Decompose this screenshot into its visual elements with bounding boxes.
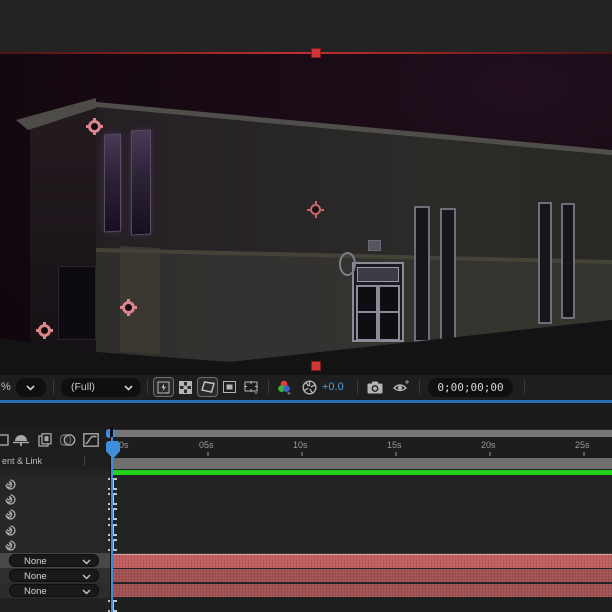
pick-whip-icon[interactable] xyxy=(4,539,17,552)
red-layer-bar[interactable] xyxy=(113,584,612,597)
reset-exposure-button[interactable] xyxy=(299,377,320,397)
red-layer-bar[interactable] xyxy=(113,569,612,582)
ruler-label: 05s xyxy=(199,440,214,450)
transparency-grid-button[interactable] xyxy=(175,377,196,397)
magnification-dropdown[interactable] xyxy=(16,378,46,397)
grid-guide-options-button[interactable] xyxy=(241,377,262,397)
glowing-window xyxy=(104,133,121,233)
shy-layers-icon[interactable] xyxy=(13,433,29,447)
layer-track xyxy=(113,537,612,554)
selection-bottom-handle[interactable] xyxy=(311,361,321,371)
pick-whip-icon[interactable] xyxy=(4,493,17,506)
corner-pin-point[interactable] xyxy=(120,299,135,314)
time-ruler[interactable]: 00s 05s 10s 15s 20s 25s xyxy=(113,437,612,458)
timeline-panel: 00s 05s 10s 15s 20s 25s ent & Link None … xyxy=(0,403,612,612)
ruler-label: 15s xyxy=(387,440,402,450)
rgb-channels-icon xyxy=(277,380,291,395)
take-snapshot-button[interactable] xyxy=(364,377,385,397)
layer-row-controls xyxy=(0,491,110,507)
region-of-interest-icon xyxy=(223,381,236,393)
parent-dropdown[interactable]: None xyxy=(9,554,99,567)
pick-whip-icon[interactable] xyxy=(4,478,17,491)
show-snapshot-button[interactable] xyxy=(391,377,412,397)
fast-previews-button[interactable] xyxy=(153,377,174,397)
ruler-label: 25s xyxy=(575,440,590,450)
playhead-line[interactable] xyxy=(111,437,113,612)
resolution-label: (Full) xyxy=(71,381,95,393)
chevron-down-icon xyxy=(124,385,133,391)
tall-window xyxy=(440,208,456,342)
frame-blending-icon[interactable] xyxy=(38,433,53,447)
tall-window xyxy=(561,203,575,319)
parent-dropdown[interactable]: None xyxy=(9,584,99,597)
layer-row-controls xyxy=(0,537,110,554)
layer-track xyxy=(113,522,612,538)
camera-icon xyxy=(367,381,382,393)
layer-track xyxy=(113,476,612,492)
exposure-aperture-icon xyxy=(302,379,317,395)
layer-track-selected xyxy=(113,553,612,569)
layer-row-controls xyxy=(0,476,110,492)
show-snapshot-eye-icon xyxy=(393,380,409,392)
door-leaf xyxy=(356,285,378,341)
chevron-down-icon xyxy=(82,589,91,595)
columns-header: ent & Link xyxy=(0,453,110,470)
door-leaf xyxy=(378,285,400,341)
viewer-toolbar: % (Full) +0.0 0;00;00;00 xyxy=(0,375,612,400)
exposure-value[interactable]: +0.0 xyxy=(322,381,344,393)
wall-sign xyxy=(368,240,381,251)
parent-link-column-header: ent & Link xyxy=(2,456,43,466)
selection-top-handle[interactable] xyxy=(311,48,321,58)
layer-track xyxy=(113,568,612,584)
layer-row-controls xyxy=(0,506,110,523)
cable-loop xyxy=(339,252,356,276)
building-double-door xyxy=(352,262,404,342)
fast-previews-icon xyxy=(157,381,170,394)
green-layer-bar[interactable] xyxy=(113,470,612,475)
mask-shape-icon xyxy=(200,381,215,393)
layer-track xyxy=(113,506,612,523)
mask-visibility-button[interactable] xyxy=(197,377,218,397)
transparency-grid-icon xyxy=(179,380,192,394)
timecode-field[interactable]: 0;00;00;00 xyxy=(428,378,513,397)
parent-dropdown[interactable]: None xyxy=(9,569,99,582)
corner-pin-point[interactable] xyxy=(86,118,101,133)
ruler-label: 20s xyxy=(481,440,496,450)
layer-row-controls-selected: None xyxy=(0,553,110,569)
layer-track xyxy=(113,583,612,599)
chevron-down-icon xyxy=(82,559,91,565)
draft-3d-icon[interactable] xyxy=(0,433,9,447)
channel-settings-button[interactable] xyxy=(274,377,295,397)
grid-guide-options-icon xyxy=(244,380,258,394)
layer-row-controls: None xyxy=(0,568,110,584)
layer-track xyxy=(113,491,612,507)
pick-whip-icon[interactable] xyxy=(4,508,17,521)
ruler-label: 10s xyxy=(293,440,308,450)
red-layer-bar-selected[interactable] xyxy=(113,554,612,568)
composition-canvas[interactable] xyxy=(0,54,612,375)
resolution-dropdown[interactable]: (Full) xyxy=(61,378,141,397)
tall-window xyxy=(538,202,552,324)
region-of-interest-button[interactable] xyxy=(219,377,240,397)
tall-window xyxy=(414,206,430,342)
glowing-window xyxy=(131,129,151,236)
chevron-down-icon xyxy=(26,385,35,391)
motion-blur-icon[interactable] xyxy=(60,433,76,447)
layer-row-controls xyxy=(0,522,110,538)
playhead-point[interactable] xyxy=(106,451,120,459)
magnification-label: % xyxy=(1,381,11,393)
graph-editor-icon[interactable] xyxy=(83,433,99,447)
after-effects-window: % (Full) +0.0 0;00;00;00 00s 05s 10s 15s… xyxy=(0,0,612,612)
effect-center-point[interactable] xyxy=(307,201,321,215)
door-transom xyxy=(357,267,399,282)
pick-whip-icon[interactable] xyxy=(4,524,17,537)
building-left-door xyxy=(58,266,96,340)
layer-row-controls: None xyxy=(0,583,110,599)
chevron-down-icon xyxy=(82,574,91,580)
corner-pin-point[interactable] xyxy=(36,322,51,337)
layer-track xyxy=(113,598,612,612)
viewer-pasteboard xyxy=(0,0,612,52)
